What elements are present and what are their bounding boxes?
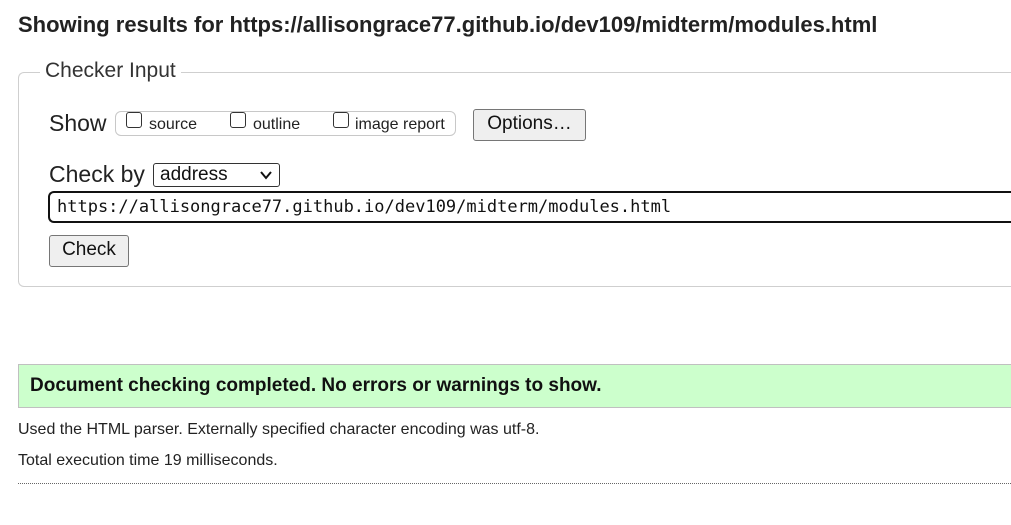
- execution-time: Total execution time 19 milliseconds.: [18, 452, 278, 469]
- outline-checkbox[interactable]: [230, 112, 246, 128]
- check-button[interactable]: Check: [49, 235, 129, 267]
- validator-page: Showing results for https://allisongrace…: [0, 0, 1011, 525]
- url-input[interactable]: https://allisongrace77.github.io/dev109/…: [48, 191, 1011, 223]
- checker-input-legend: Checker Input: [40, 59, 181, 83]
- check-by-selected-value: address: [160, 164, 228, 185]
- check-by-select[interactable]: address: [153, 163, 280, 187]
- check-by-label: Check by: [49, 161, 145, 187]
- results-divider: [18, 483, 1011, 484]
- image-report-checkbox[interactable]: [333, 112, 349, 128]
- outline-checkbox-label[interactable]: outline: [253, 116, 300, 134]
- source-checkbox-label[interactable]: source: [149, 116, 197, 134]
- chevron-down-icon: [260, 171, 272, 180]
- source-checkbox[interactable]: [126, 112, 142, 128]
- show-label: Show: [49, 110, 107, 136]
- options-button[interactable]: Options…: [473, 109, 586, 141]
- page-title: Showing results for https://allisongrace…: [18, 12, 878, 37]
- parser-info: Used the HTML parser. Externally specifi…: [18, 421, 540, 438]
- image-report-checkbox-label[interactable]: image report: [355, 116, 445, 134]
- success-message: Document checking completed. No errors o…: [18, 364, 1011, 408]
